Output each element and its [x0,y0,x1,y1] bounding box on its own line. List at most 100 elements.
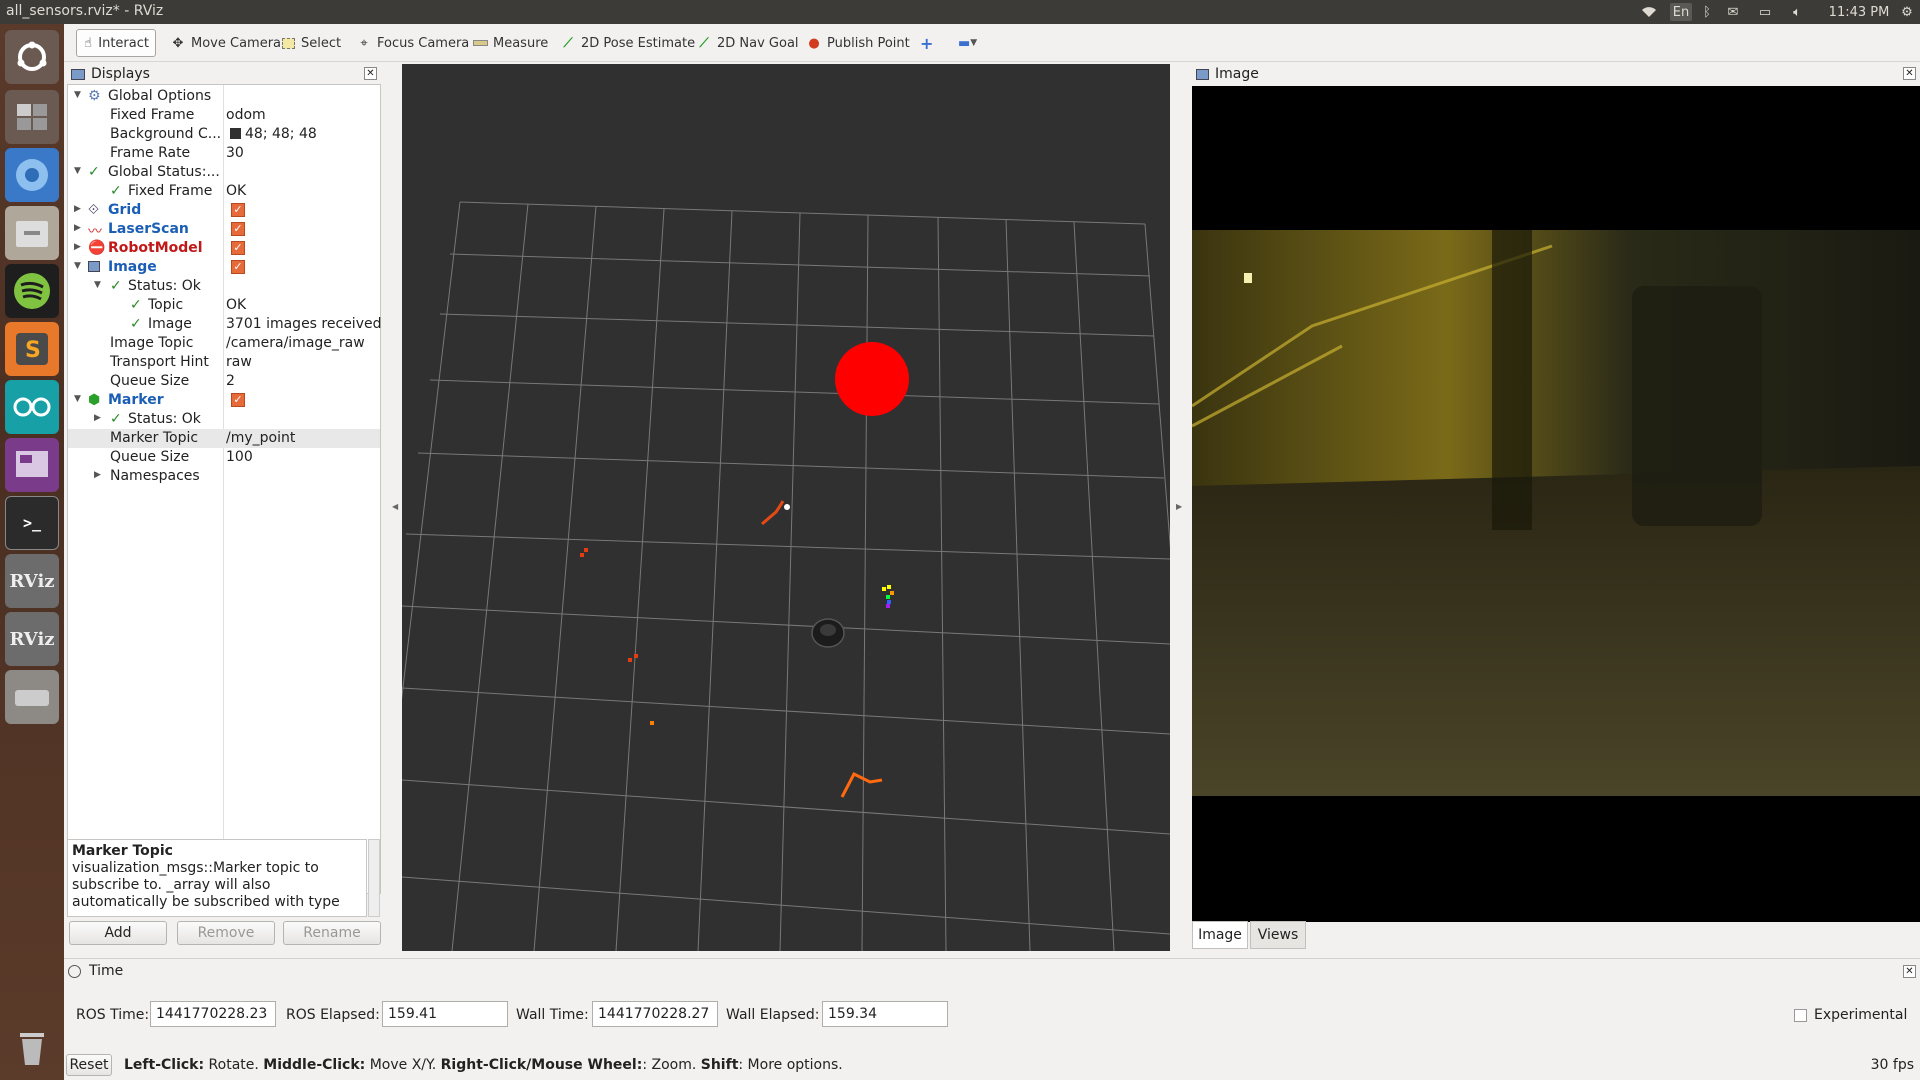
close-icon[interactable]: ✕ [1903,965,1916,978]
tree-row-label: Namespaces [110,468,200,484]
sublime-text-icon[interactable]: S [5,322,59,376]
experimental-checkbox[interactable] [1794,1009,1807,1022]
tree-row-marker-status[interactable]: ▶ ✓ Status: Ok [68,410,380,429]
presentation-icon[interactable] [5,438,59,492]
drive-icon[interactable] [5,670,59,724]
description-scrollbar[interactable] [368,839,380,917]
ros-elapsed-field[interactable]: 159.41 [382,1001,508,1027]
rviz-icon-2[interactable]: RViz [5,612,59,666]
tree-row-transport-hint[interactable]: Transport Hint raw [68,353,380,372]
enabled-checkbox[interactable]: ✓ [231,222,245,236]
collapse-right-arrow-icon[interactable]: ▶ [1176,502,1182,511]
file-manager-icon[interactable] [5,206,59,260]
tree-row-image-status[interactable]: ▼ ✓ Status: Ok [68,277,380,296]
collapse-arrow-icon[interactable]: ▼ [74,261,81,271]
tree-row-fixed-frame[interactable]: Fixed Frame odom [68,106,380,125]
expand-arrow-icon[interactable]: ▶ [74,204,81,214]
frame-rate-value[interactable]: 30 [226,145,244,161]
tree-row-marker-queue-size[interactable]: Queue Size 100 [68,448,380,467]
rviz-icon[interactable]: RViz [5,554,59,608]
workspace-switcher-icon[interactable] [5,90,59,144]
ros-time-field[interactable]: 1441770228.23 [150,1001,276,1027]
tree-row-queue-size[interactable]: Queue Size 2 [68,372,380,391]
tree-row-laserscan[interactable]: ▶ 〰 LaserScan ✓ [68,220,380,240]
arduino-icon[interactable] [5,380,59,434]
tab-image[interactable]: Image [1192,921,1248,949]
tree-row-topic-status[interactable]: ✓ Topic OK [68,296,380,315]
spotify-icon[interactable] [5,264,59,318]
image-topic-value[interactable]: /camera/image_raw [226,335,365,351]
3d-scene[interactable] [402,64,1170,951]
collapse-left-arrow-icon[interactable]: ◀ [392,502,398,511]
expand-arrow-icon[interactable]: ▶ [74,223,81,233]
wall-elapsed-field[interactable]: 159.34 [822,1001,948,1027]
enabled-checkbox[interactable]: ✓ [231,260,245,274]
tree-row-label: Frame Rate [110,145,191,161]
tree-row-status-fixed-frame[interactable]: ✓ Fixed Frame OK [68,182,380,201]
move-camera-tool-button[interactable]: ✥ Move Camera [164,29,287,57]
fixed-frame-value[interactable]: odom [226,107,266,123]
collapse-arrow-icon[interactable]: ▼ [74,90,81,100]
2d-nav-goal-tool-button[interactable]: ⟋ 2D Nav Goal [690,29,805,57]
expand-arrow-icon[interactable]: ▶ [74,242,81,252]
remove-tool-dropdown-icon[interactable]: ▬ ▼ [952,29,983,57]
rename-display-button[interactable]: Rename [283,921,381,945]
measure-tool-button[interactable]: Measure [466,29,554,57]
tree-row-image-received[interactable]: ✓ Image 3701 images received [68,315,381,334]
close-icon[interactable]: ✕ [364,67,377,80]
camera-image-view[interactable] [1192,86,1920,922]
tree-row-marker-topic[interactable]: Marker Topic /my_point [68,429,380,448]
collapse-arrow-icon[interactable]: ▼ [74,394,81,404]
tree-row-namespaces[interactable]: ▶ Namespaces [68,467,380,486]
queue-size-value[interactable]: 100 [226,449,253,465]
tree-row-marker[interactable]: ▼ ⬢ Marker ✓ [68,391,380,410]
bluetooth-icon[interactable]: ᛒ [1698,0,1716,24]
color-swatch[interactable]: 48; 48; 48 [230,126,317,142]
expand-arrow-icon[interactable]: ▶ [94,470,101,480]
trash-icon[interactable] [5,1020,59,1074]
collapse-arrow-icon[interactable]: ▼ [94,280,101,290]
close-icon[interactable]: ✕ [1903,67,1916,80]
volume-icon[interactable]: 🔈︎ [1786,0,1808,24]
tree-row-image-topic[interactable]: Image Topic /camera/image_raw [68,334,380,353]
2d-pose-estimate-tool-button[interactable]: ⟋ 2D Pose Estimate [554,29,701,57]
marker-topic-value[interactable]: /my_point [226,430,295,446]
add-display-button[interactable]: Add [69,921,167,945]
ubuntu-dash-icon[interactable] [5,30,59,84]
enabled-checkbox[interactable]: ✓ [231,393,245,407]
remove-display-button[interactable]: Remove [177,921,275,945]
battery-icon[interactable]: ▭ [1752,0,1778,24]
interact-tool-button[interactable]: ☝ Interact [76,29,156,57]
time-panel: Time ✕ ROS Time: 1441770228.23 ROS Elaps… [64,958,1920,1048]
tree-row-image[interactable]: ▼ Image ✓ [68,258,380,277]
tree-row-background-color[interactable]: Background C... 48; 48; 48 [68,125,380,144]
publish-point-tool-button[interactable]: ● Publish Point [800,29,916,57]
chromium-icon[interactable] [5,148,59,202]
power-gear-icon[interactable]: ⚙ [1898,0,1916,24]
reset-button[interactable]: Reset [66,1054,112,1076]
transport-hint-value[interactable]: raw [226,354,252,370]
tree-row-global-status[interactable]: ▼ ✓ Global Status:... [68,163,380,182]
tab-views[interactable]: Views [1250,921,1306,949]
wifi-icon[interactable] [1638,0,1660,24]
tree-row-grid[interactable]: ▶ ⟐ Grid ✓ [68,201,380,220]
keyboard-layout-indicator[interactable]: En [1670,3,1692,21]
clock[interactable]: 11:43 PM [1824,0,1894,24]
terminal-icon[interactable]: >_ [5,496,59,550]
collapse-arrow-icon[interactable]: ▼ [74,166,81,176]
3d-render-view[interactable] [402,64,1170,951]
tree-row-global-options[interactable]: ▼ ⚙ Global Options [68,87,380,106]
queue-size-value[interactable]: 2 [226,373,235,389]
enabled-checkbox[interactable]: ✓ [231,241,245,255]
tree-row-frame-rate[interactable]: Frame Rate 30 [68,144,380,163]
focus-camera-tool-button[interactable]: ⌖ Focus Camera [350,29,475,57]
expand-arrow-icon[interactable]: ▶ [94,413,101,423]
enabled-checkbox[interactable]: ✓ [231,203,245,217]
wall-time-field[interactable]: 1441770228.27 [592,1001,718,1027]
mail-icon[interactable]: ✉ [1722,0,1744,24]
add-tool-plus-icon[interactable]: + [914,29,939,57]
status-bar: Reset Left-Click: Rotate. Middle-Click: … [64,1052,1920,1080]
move-icon: ✥ [172,35,184,51]
select-tool-button[interactable]: Select [274,29,347,57]
tree-row-robotmodel[interactable]: ▶ ⛔ RobotModel ✓ [68,239,380,258]
